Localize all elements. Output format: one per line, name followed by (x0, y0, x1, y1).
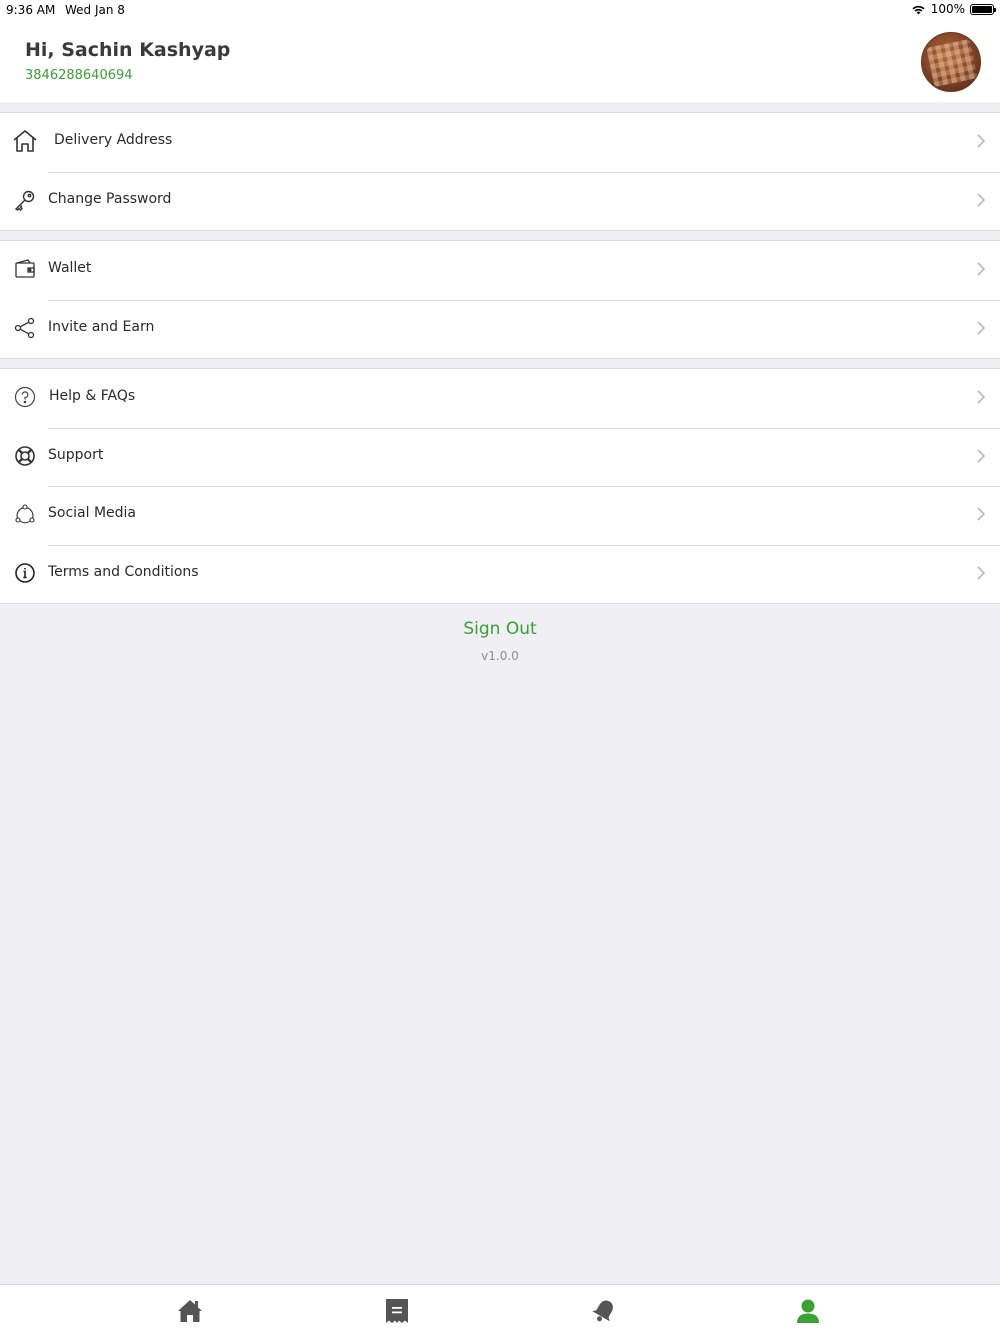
tab-home[interactable] (176, 1297, 204, 1325)
home-icon (178, 1300, 202, 1322)
menu-item-label: Terms and Conditions (48, 563, 199, 580)
menu-item-invite-and-earn[interactable]: Invite and Earn (0, 299, 1000, 359)
question-circle-icon (12, 384, 38, 410)
menu-item-wallet[interactable]: Wallet (0, 241, 1000, 300)
avatar[interactable] (921, 32, 981, 92)
menu-item-help-faqs[interactable]: Help & FAQs (0, 369, 1000, 428)
user-phone: 3846288640694 (25, 68, 133, 83)
chevron-right-icon (977, 565, 986, 580)
menu-item-label: Delivery Address (54, 132, 173, 148)
chevron-right-icon (977, 507, 986, 521)
tab-profile[interactable] (794, 1297, 822, 1325)
menu-item-terms-and-conditions[interactable]: Terms and Conditions (0, 544, 1000, 604)
lifebuoy-icon (12, 443, 38, 469)
menu-item-label: Change Password (48, 190, 172, 207)
chevron-right-icon (977, 262, 986, 276)
user-greeting: Hi, Sachin Kashyap (25, 39, 231, 61)
profile-header: Hi, Sachin Kashyap 3846288640694 (0, 20, 1000, 102)
battery-icon (970, 3, 996, 15)
menu-item-label: Wallet (48, 260, 92, 276)
tab-notifications[interactable] (590, 1297, 618, 1325)
profile-icon (797, 1299, 819, 1323)
receipt-icon (386, 1299, 408, 1323)
menu-item-label: Support (48, 446, 104, 463)
status-time: 9:36 AM (6, 3, 56, 17)
menu-item-change-password[interactable]: Change Password (0, 171, 1000, 231)
menu-item-support[interactable]: Support (0, 427, 1000, 487)
help-section: Help & FAQs Support Social Media Terms a… (0, 368, 1000, 604)
chevron-right-icon (977, 134, 986, 148)
menu-item-social-media[interactable]: Social Media (0, 486, 1000, 545)
tab-bar (0, 1284, 1000, 1334)
menu-item-label: Help & FAQs (49, 388, 136, 404)
app-version: v1.0.0 (481, 649, 519, 663)
share-icon (12, 315, 38, 341)
key-icon (12, 187, 38, 213)
menu-item-label: Social Media (48, 505, 137, 521)
tab-orders[interactable] (383, 1297, 411, 1325)
chevron-right-icon (977, 192, 986, 207)
social-network-icon (12, 501, 38, 527)
menu-item-label: Invite and Earn (48, 318, 155, 335)
bell-icon (592, 1300, 613, 1322)
chevron-right-icon (977, 448, 986, 463)
battery-percent: 100% (930, 2, 965, 16)
account-section: Delivery Address Change Password (0, 112, 1000, 231)
wifi-icon (912, 5, 925, 14)
sign-out-button[interactable]: Sign Out (0, 619, 1000, 639)
chevron-right-icon (977, 390, 986, 404)
home-outline-icon (12, 128, 38, 154)
chevron-right-icon (977, 320, 986, 335)
wallet-icon (12, 256, 38, 282)
status-date: Wed Jan 8 (65, 3, 125, 17)
wallet-section: Wallet Invite and Earn (0, 240, 1000, 359)
status-right: 100% (911, 2, 996, 16)
status-bar: 9:36 AM Wed Jan 8 100% (0, 0, 1000, 20)
info-circle-icon (12, 560, 38, 586)
menu-item-delivery-address[interactable]: Delivery Address (0, 113, 1000, 172)
